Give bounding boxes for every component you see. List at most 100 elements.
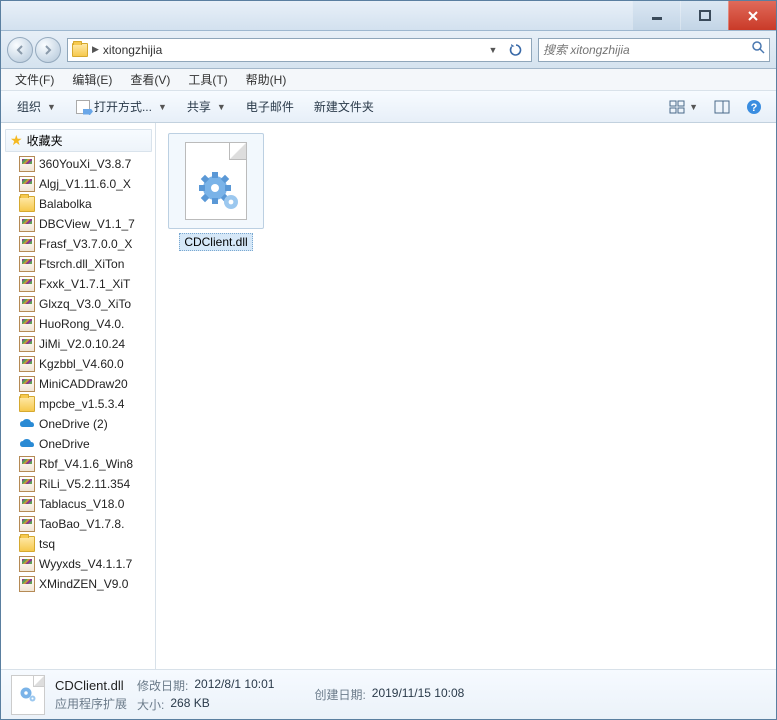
archive-icon [19,496,35,512]
email-label: 电子邮件 [246,98,294,115]
sidebar-item-label: JiMi_V2.0.10.24 [39,337,125,351]
command-bar: 组织 ▼ 打开方式... ▼ 共享 ▼ 电子邮件 新建文件夹 ▼ ? [1,91,776,123]
view-options-button[interactable]: ▼ [663,97,704,117]
sidebar-item[interactable]: XMindZEN_V9.0 [19,574,155,594]
sidebar-item[interactable]: DBCView_V1.1_7 [19,214,155,234]
favorites-header[interactable]: ★ 收藏夹 [5,129,152,152]
share-button[interactable]: 共享 ▼ [179,95,234,118]
search-input[interactable] [543,43,751,57]
sidebar-item[interactable]: Fxxk_V1.7.1_XiT [19,274,155,294]
sidebar-item-label: OneDrive (2) [39,417,108,431]
archive-icon [19,356,35,372]
refresh-button[interactable] [505,43,527,57]
sidebar-item-label: Ftsrch.dll_XiTon [39,257,124,271]
archive-icon [19,576,35,592]
new-folder-button[interactable]: 新建文件夹 [306,95,382,118]
sidebar-item[interactable]: JiMi_V2.0.10.24 [19,334,155,354]
details-name: CDClient.dll [55,678,127,693]
sidebar-item[interactable]: Frasf_V3.7.0.0_X [19,234,155,254]
archive-icon [19,456,35,472]
sidebar-item[interactable]: TaoBao_V1.7.8. [19,514,155,534]
file-item[interactable]: CDClient.dll [166,133,266,251]
search-icon[interactable] [751,40,765,59]
sidebar-item[interactable]: RiLi_V5.2.11.354 [19,474,155,494]
sidebar-item-label: Fxxk_V1.7.1_XiT [39,277,130,291]
archive-icon [19,316,35,332]
title-bar [1,1,776,31]
details-type: 应用程序扩展 [55,695,127,712]
sidebar-item[interactable]: Ftsrch.dll_XiTon [19,254,155,274]
sidebar: ★ 收藏夹 360YouXi_V3.8.7Algj_V1.11.6.0_XBal… [1,123,156,669]
archive-icon [19,516,35,532]
sidebar-item[interactable]: Algj_V1.11.6.0_X [19,174,155,194]
menu-file[interactable]: 文件(F) [7,69,62,90]
forward-button[interactable] [35,37,61,63]
sidebar-item-label: Rbf_V4.1.6_Win8 [39,457,133,471]
content-area[interactable]: CDClient.dll [156,123,776,669]
address-field[interactable]: ▶ xitongzhijia ▼ [67,38,532,62]
cloud-icon [19,436,35,452]
sidebar-item-label: OneDrive [39,437,90,451]
gear-icon [17,684,39,706]
sidebar-item[interactable]: Tablacus_V18.0 [19,494,155,514]
sidebar-item[interactable]: tsq [19,534,155,554]
archive-icon [19,476,35,492]
sidebar-item[interactable]: Kgzbbl_V4.60.0 [19,354,155,374]
close-button[interactable] [728,1,776,30]
address-bar: ▶ xitongzhijia ▼ [1,31,776,69]
details-file-icon [11,675,45,715]
sidebar-item[interactable]: OneDrive [19,434,155,454]
search-box[interactable] [538,38,770,62]
sidebar-item[interactable]: Balabolka [19,194,155,214]
chevron-down-icon: ▼ [689,102,698,112]
archive-icon [19,336,35,352]
organize-label: 组织 [17,98,41,115]
back-button[interactable] [7,37,33,63]
size-value: 268 KB [170,696,209,713]
body: ★ 收藏夹 360YouXi_V3.8.7Algj_V1.11.6.0_XBal… [1,123,776,669]
sidebar-item[interactable]: 360YouXi_V3.8.7 [19,154,155,174]
sidebar-item[interactable]: Wyyxds_V4.1.1.7 [19,554,155,574]
sidebar-item-label: Wyyxds_V4.1.1.7 [39,557,132,571]
chevron-down-icon: ▼ [217,102,226,112]
menu-tools[interactable]: 工具(T) [180,69,235,90]
sidebar-item[interactable]: Rbf_V4.1.6_Win8 [19,454,155,474]
archive-icon [19,216,35,232]
star-icon: ★ [10,132,23,149]
organize-button[interactable]: 组织 ▼ [9,95,64,118]
archive-icon [19,156,35,172]
sidebar-item-label: TaoBao_V1.7.8. [39,517,124,531]
email-button[interactable]: 电子邮件 [238,95,302,118]
maximize-button[interactable] [680,1,728,30]
sidebar-item-label: Glxzq_V3.0_XiTo [39,297,131,311]
archive-icon [19,176,35,192]
address-dropdown[interactable]: ▼ [485,45,501,55]
chevron-down-icon: ▼ [47,102,56,112]
new-folder-label: 新建文件夹 [314,98,374,115]
help-button[interactable]: ? [740,96,768,118]
menu-view[interactable]: 查看(V) [122,69,178,90]
sidebar-item-label: RiLi_V5.2.11.354 [39,477,130,491]
archive-icon [19,376,35,392]
sidebar-item[interactable]: Glxzq_V3.0_XiTo [19,294,155,314]
sidebar-item[interactable]: HuoRong_V4.0. [19,314,155,334]
sidebar-item-label: MiniCADDraw20 [39,377,128,391]
open-with-button[interactable]: 打开方式... ▼ [68,95,175,118]
minimize-button[interactable] [632,1,680,30]
sidebar-item[interactable]: MiniCADDraw20 [19,374,155,394]
sidebar-item[interactable]: OneDrive (2) [19,414,155,434]
created-value: 2019/11/15 10:08 [372,686,465,703]
favorites-label: 收藏夹 [27,132,63,149]
folder-icon [19,536,35,552]
details-name-block: CDClient.dll 应用程序扩展 [55,678,127,712]
sidebar-item-label: Tablacus_V18.0 [39,497,124,511]
preview-pane-button[interactable] [708,97,736,117]
menu-edit[interactable]: 编辑(E) [64,69,120,90]
modified-value: 2012/8/1 10:01 [194,677,274,694]
sidebar-item[interactable]: mpcbe_v1.5.3.4 [19,394,155,414]
created-label: 创建日期: [314,686,365,703]
cloud-icon [19,416,35,432]
archive-icon [19,276,35,292]
menu-help[interactable]: 帮助(H) [238,69,295,90]
chevron-right-icon: ▶ [92,44,99,55]
